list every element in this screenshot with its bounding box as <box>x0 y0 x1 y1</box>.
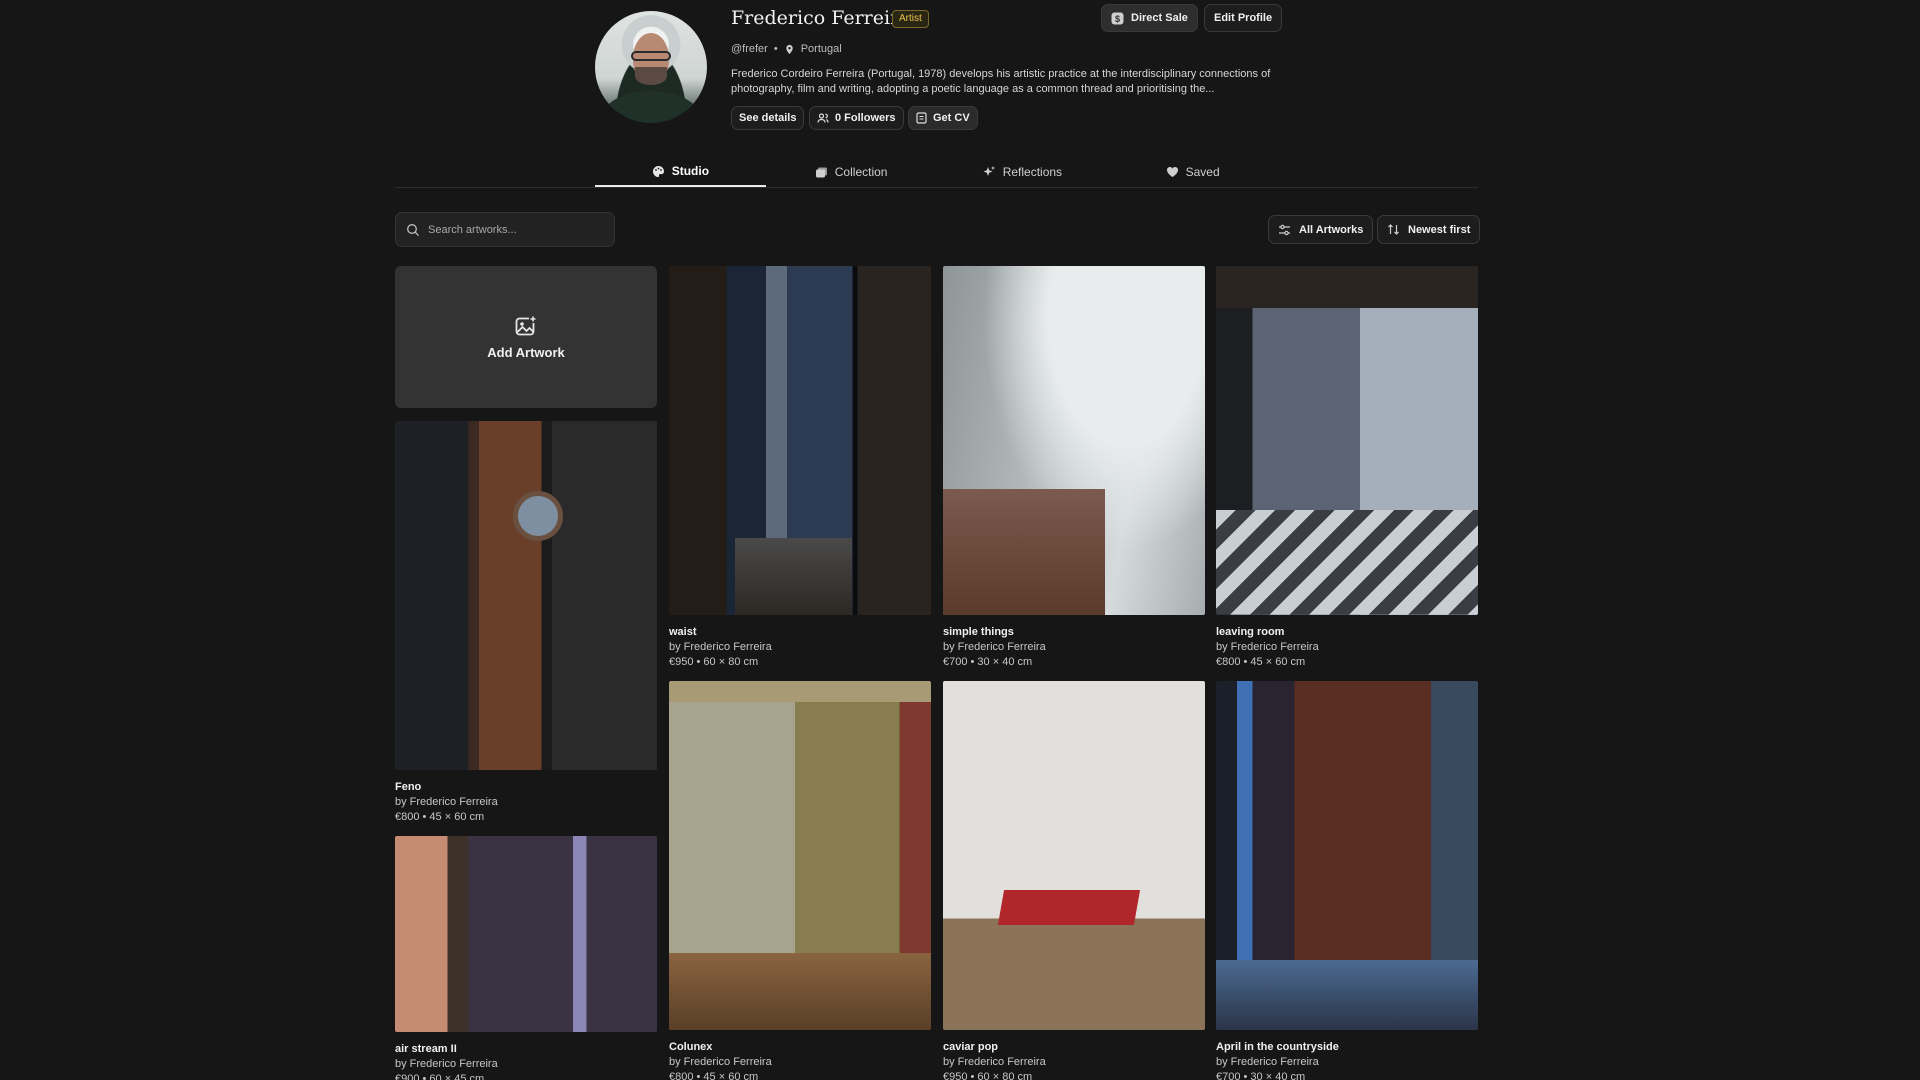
users-icon <box>817 113 829 123</box>
artwork-title: air stream II <box>395 1043 457 1055</box>
artwork-price: €700 • 30 × 40 cm <box>1216 1071 1306 1080</box>
artwork-title: Feno <box>395 781 422 793</box>
artwork-image[interactable] <box>669 266 931 615</box>
profile-name: Frederico Ferreira <box>731 7 911 29</box>
artwork-price: €800 • 45 × 60 cm <box>395 811 485 823</box>
artwork-image[interactable] <box>669 681 931 1030</box>
followers-button[interactable]: 0 Followers <box>809 106 904 130</box>
artwork-image[interactable] <box>395 836 657 1032</box>
collection-icon <box>815 167 827 177</box>
artwork-price: €900 • 60 × 45 cm <box>395 1073 485 1080</box>
see-details-button[interactable]: See details <box>731 106 805 130</box>
artwork-image[interactable] <box>943 681 1205 1030</box>
artwork-artist: by Frederico Ferreira <box>395 796 498 808</box>
palette-icon <box>652 165 664 177</box>
all-artworks-filter-button[interactable]: All Artworks <box>1268 215 1374 244</box>
profile-avatar[interactable] <box>595 11 707 123</box>
get-cv-label: Get CV <box>933 112 970 124</box>
heart-icon <box>1166 167 1178 177</box>
get-cv-button[interactable]: Get CV <box>908 106 978 130</box>
artwork-artist: by Frederico Ferreira <box>1216 641 1319 653</box>
followers-label: 0 Followers <box>835 112 896 124</box>
artwork-price: €800 • 45 × 60 cm <box>1216 656 1306 668</box>
all-artworks-label: All Artworks <box>1299 223 1364 236</box>
location-pin-icon <box>785 44 793 54</box>
artwork-image[interactable] <box>1216 266 1478 615</box>
profile-tabs: Studio Collection Reflections Saved <box>595 157 1278 187</box>
artwork-card[interactable]: Feno by Frederico Ferreira €800 • 45 × 6… <box>395 421 657 825</box>
tab-saved[interactable]: Saved <box>1107 157 1278 187</box>
direct-sale-label: Direct Sale <box>1131 12 1188 24</box>
edit-profile-label: Edit Profile <box>1214 12 1273 24</box>
artwork-card[interactable]: Colunex by Frederico Ferreira €800 • 45 … <box>669 681 931 1080</box>
artwork-title: April in the countryside <box>1216 1041 1339 1053</box>
artwork-artist: by Frederico Ferreira <box>669 1056 772 1068</box>
sliders-icon <box>1279 224 1290 235</box>
profile-meta: @frefer • Portugal <box>731 43 842 55</box>
artist-badge: Artist <box>892 10 929 28</box>
artwork-price: €950 • 60 × 80 cm <box>669 656 759 668</box>
artwork-artist: by Frederico Ferreira <box>669 641 772 653</box>
profile-location: Portugal <box>800 43 842 55</box>
artwork-card[interactable]: April in the countryside by Frederico Fe… <box>1216 681 1478 1080</box>
document-icon <box>916 112 927 124</box>
artwork-card[interactable]: caviar pop by Frederico Ferreira €950 • … <box>943 681 1205 1080</box>
artwork-artist: by Frederico Ferreira <box>395 1058 498 1070</box>
artwork-price: €700 • 30 × 40 cm <box>943 656 1033 668</box>
artwork-title: caviar pop <box>943 1041 999 1053</box>
search-box[interactable] <box>395 212 615 247</box>
artwork-card[interactable]: air stream II by Frederico Ferreira €900… <box>395 836 657 1080</box>
artwork-title: waist <box>669 626 697 638</box>
tabs-divider <box>395 187 1478 188</box>
profile-bio: Frederico Cordeiro Ferreira (Portugal, 1… <box>731 68 1271 95</box>
artwork-image[interactable] <box>395 421 657 770</box>
see-details-label: See details <box>739 112 797 124</box>
artwork-title: simple things <box>943 626 1014 638</box>
artwork-artist: by Frederico Ferreira <box>1216 1056 1319 1068</box>
add-image-icon <box>515 314 537 335</box>
sort-button[interactable]: Newest first <box>1377 215 1481 244</box>
artwork-title: leaving room <box>1216 626 1285 638</box>
sort-icon <box>1388 224 1399 235</box>
tab-collection[interactable]: Collection <box>766 157 937 187</box>
artwork-card[interactable]: leaving room by Frederico Ferreira €800 … <box>1216 266 1478 670</box>
artwork-card[interactable]: waist by Frederico Ferreira €950 • 60 × … <box>669 266 931 670</box>
svg-text:$: $ <box>1115 14 1120 24</box>
search-input[interactable] <box>428 223 598 236</box>
artwork-card[interactable]: simple things by Frederico Ferreira €700… <box>943 266 1205 670</box>
artwork-artist: by Frederico Ferreira <box>943 641 1046 653</box>
tab-studio[interactable]: Studio <box>595 157 766 187</box>
profile-handle: @frefer <box>731 43 768 55</box>
artwork-artist: by Frederico Ferreira <box>943 1056 1046 1068</box>
dollar-icon: $ <box>1111 12 1124 24</box>
sort-label: Newest first <box>1408 223 1471 236</box>
tab-studio-label: Studio <box>671 164 710 178</box>
artwork-price: €800 • 45 × 60 cm <box>669 1071 759 1080</box>
artwork-image[interactable] <box>943 266 1205 615</box>
tab-reflections[interactable]: Reflections <box>937 157 1108 187</box>
artwork-price: €950 • 60 × 80 cm <box>943 1071 1033 1080</box>
sparkle-icon <box>983 166 995 176</box>
edit-profile-button[interactable]: Edit Profile <box>1204 4 1283 32</box>
artwork-title: Colunex <box>669 1041 713 1053</box>
separator-dot: • <box>773 43 778 55</box>
tab-saved-label: Saved <box>1185 165 1220 179</box>
tab-reflections-label: Reflections <box>1002 165 1063 179</box>
add-artwork-label: Add Artwork <box>487 344 565 360</box>
search-icon <box>407 223 419 236</box>
artwork-image[interactable] <box>1216 681 1478 1030</box>
direct-sale-button[interactable]: $ Direct Sale <box>1101 4 1198 32</box>
add-artwork-card[interactable]: Add Artwork <box>395 266 657 408</box>
tab-collection-label: Collection <box>834 165 888 179</box>
